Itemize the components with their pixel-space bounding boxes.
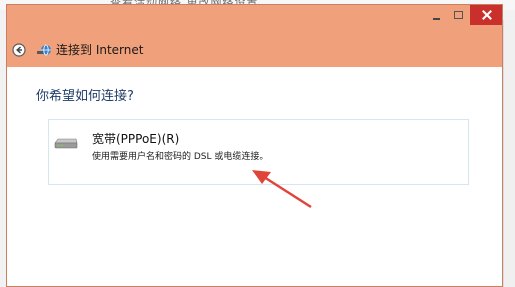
minimize-icon[interactable]	[427, 5, 447, 25]
scrollbar[interactable]	[503, 20, 515, 287]
option-broadband-pppoe[interactable]: 宽带(PPPoE)(R) 使用需要用户名和密码的 DSL 或电缆连接。	[48, 119, 469, 185]
close-icon[interactable]	[470, 5, 502, 25]
modem-icon	[54, 138, 78, 149]
page-question: 你希望如何连接?	[36, 89, 134, 104]
title-bar: 连接到 Internet	[7, 5, 502, 67]
option-title: 宽带(PPPoE)(R)	[92, 132, 180, 146]
back-arrow-icon[interactable]	[12, 43, 26, 57]
window-title: 连接到 Internet	[56, 43, 144, 57]
network-icon	[37, 44, 51, 56]
maximize-icon[interactable]	[449, 5, 469, 25]
option-description: 使用需要用户名和密码的 DSL 或电缆连接。	[92, 152, 269, 162]
connect-to-internet-window: 连接到 Internet 你希望如何连接? 宽带(PPPoE)(R) 使用需要用…	[6, 4, 503, 287]
